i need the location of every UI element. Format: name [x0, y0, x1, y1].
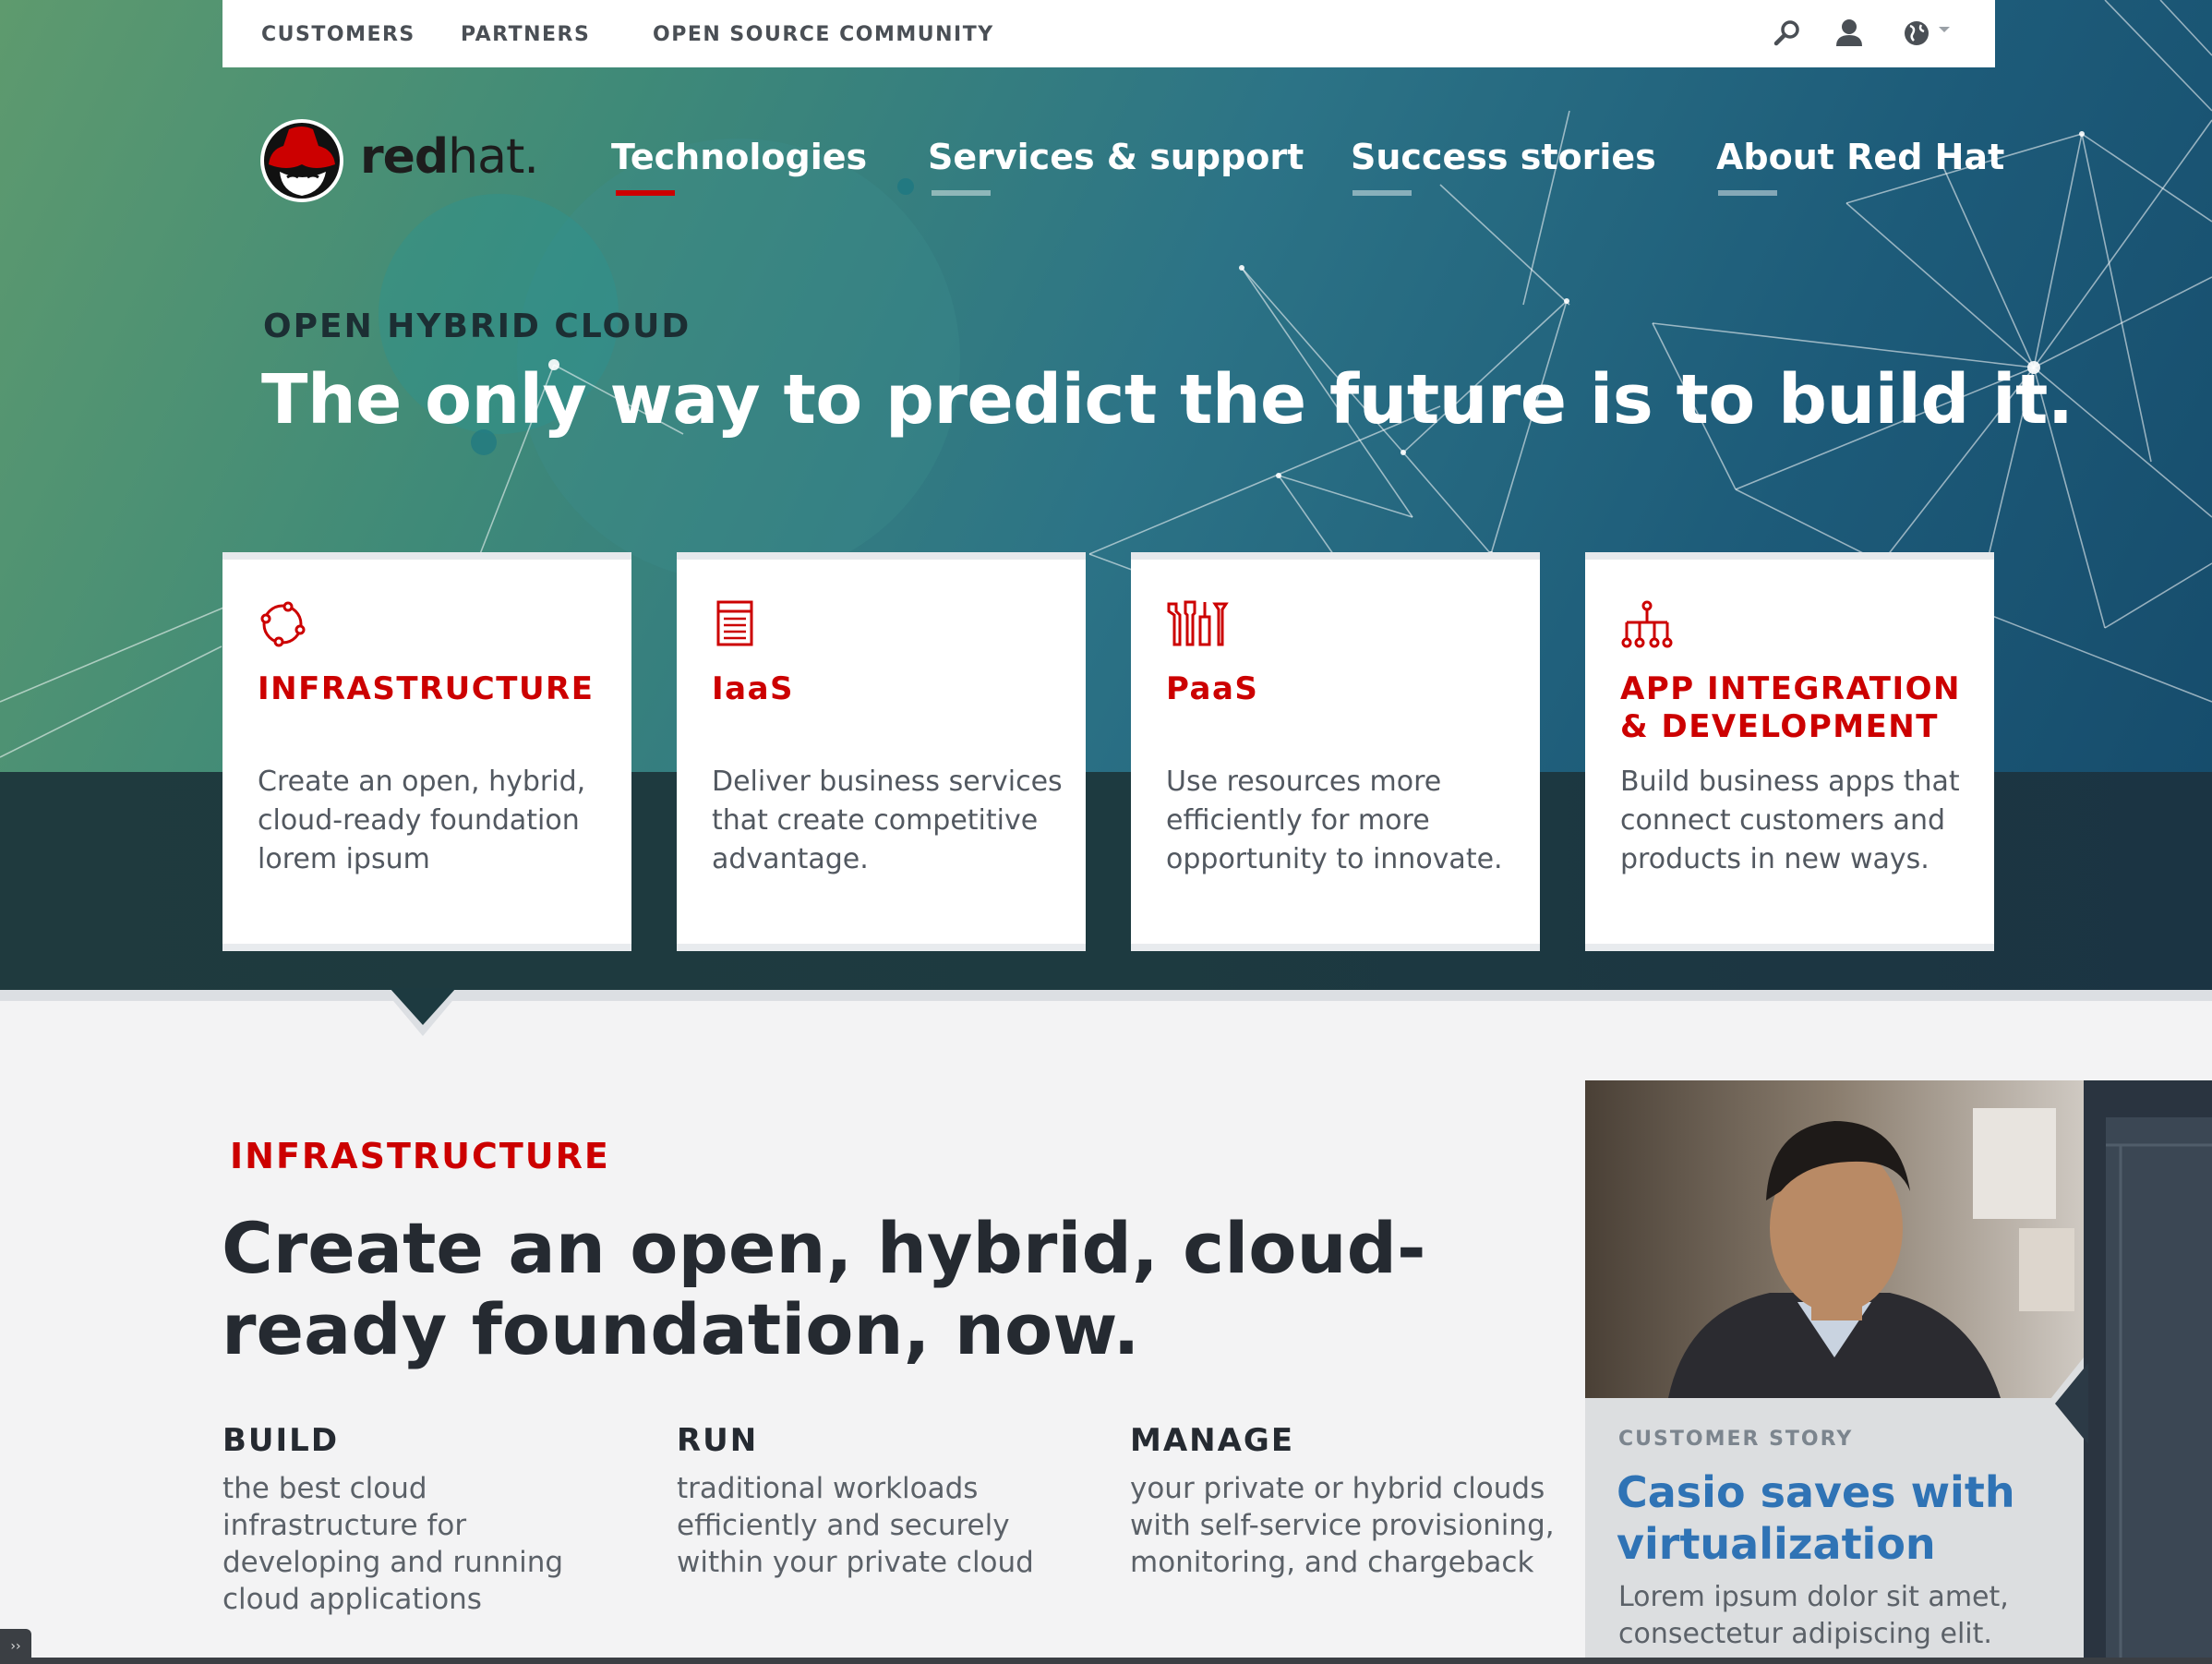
- utility-link-customers[interactable]: CUSTOMERS: [261, 23, 415, 46]
- nav-about-red-hat[interactable]: About Red Hat: [1716, 137, 2004, 177]
- carousel-pointer: [2047, 1357, 2088, 1450]
- tools-icon: [1167, 600, 1229, 646]
- card-app-integration[interactable]: APP INTEGRATION & DEVELOPMENT Build busi…: [1585, 552, 1994, 951]
- caret-down-icon[interactable]: [1938, 26, 1951, 35]
- globe-icon[interactable]: [1901, 17, 1932, 50]
- card-title: PaaS: [1166, 670, 1259, 707]
- nav-underline: [1718, 190, 1777, 196]
- hero-eyebrow: OPEN HYBRID CLOUD: [263, 307, 691, 345]
- nav-services-support[interactable]: Services & support: [928, 137, 1304, 177]
- card-top-border: [222, 552, 631, 560]
- column-body-manage: your private or hybrid clouds with self-…: [1130, 1472, 1555, 1579]
- nav-success-stories[interactable]: Success stories: [1351, 137, 1656, 177]
- wordmark-light: hat.: [448, 129, 539, 185]
- customer-story-card[interactable]: CUSTOMER STORY Casio saves with virtuali…: [1585, 1080, 2084, 1664]
- card-top-border: [1131, 552, 1540, 560]
- redhat-wordmark[interactable]: redhat.: [360, 129, 539, 185]
- column-body-run: traditional workloads efficiently and se…: [677, 1472, 1034, 1579]
- nav-underline: [932, 190, 991, 196]
- column-title-run: RUN: [677, 1422, 759, 1459]
- story-title-link[interactable]: Casio saves with virtualization: [1617, 1466, 2060, 1570]
- network-tree-icon: [1621, 600, 1673, 648]
- card-top-border: [1585, 552, 1994, 560]
- card-body: Use resources more efficiently for more …: [1166, 766, 1503, 875]
- nav-underline: [1352, 190, 1412, 196]
- story-label: CUSTOMER STORY: [1618, 1428, 1854, 1451]
- card-top-border: [677, 552, 1086, 560]
- utility-link-partners[interactable]: PARTNERS: [461, 23, 590, 46]
- utility-link-open-source-community[interactable]: OPEN SOURCE COMMUNITY: [653, 23, 994, 46]
- cloud-ring-icon: [260, 601, 306, 647]
- hero-headline: The only way to predict the future is to…: [261, 360, 2074, 440]
- card-title: IaaS: [712, 670, 795, 707]
- server-stack-icon: [716, 600, 753, 646]
- column-title-manage: MANAGE: [1130, 1422, 1295, 1459]
- nav-active-indicator: [616, 190, 675, 196]
- section-title: Create an open, hybrid, cloud-ready foun…: [222, 1207, 1426, 1370]
- column-title-build: BUILD: [222, 1422, 340, 1459]
- card-title: APP INTEGRATION & DEVELOPMENT: [1620, 670, 1961, 745]
- redhat-logo[interactable]: [259, 118, 344, 203]
- card-body: Build business apps that connect custome…: [1620, 766, 1960, 875]
- section-pointer: [384, 988, 462, 1036]
- wordmark-bold: red: [360, 129, 449, 185]
- search-icon[interactable]: [1772, 17, 1803, 50]
- column-body-build: the best cloud infrastructure for develo…: [222, 1472, 564, 1616]
- console-toggle[interactable]: ››: [0, 1629, 31, 1664]
- card-paas[interactable]: PaaS Use resources more efficiently for …: [1131, 552, 1540, 951]
- story-body: Lorem ipsum dolor sit amet, consectetur …: [1618, 1581, 2009, 1650]
- card-body: Deliver business services that create co…: [712, 766, 1063, 875]
- card-title: INFRASTRUCTURE: [258, 670, 595, 707]
- nav-technologies[interactable]: Technologies: [611, 137, 867, 177]
- hero-divider: [0, 990, 2212, 1001]
- user-icon[interactable]: [1833, 17, 1865, 50]
- next-story-image: [2084, 1080, 2212, 1664]
- section-eyebrow: INFRASTRUCTURE: [230, 1136, 610, 1176]
- window-bottom-bar: [0, 1658, 2212, 1664]
- next-story-panel[interactable]: [2084, 1080, 2212, 1664]
- card-body: Create an open, hybrid, cloud-ready foun…: [258, 766, 586, 875]
- card-infrastructure[interactable]: INFRASTRUCTURE Create an open, hybrid, c…: [222, 552, 631, 951]
- utility-nav: CUSTOMERS PARTNERS OPEN SOURCE COMMUNITY: [222, 0, 1995, 67]
- customer-photo: [1585, 1080, 2084, 1398]
- card-iaas[interactable]: IaaS Deliver business services that crea…: [677, 552, 1086, 951]
